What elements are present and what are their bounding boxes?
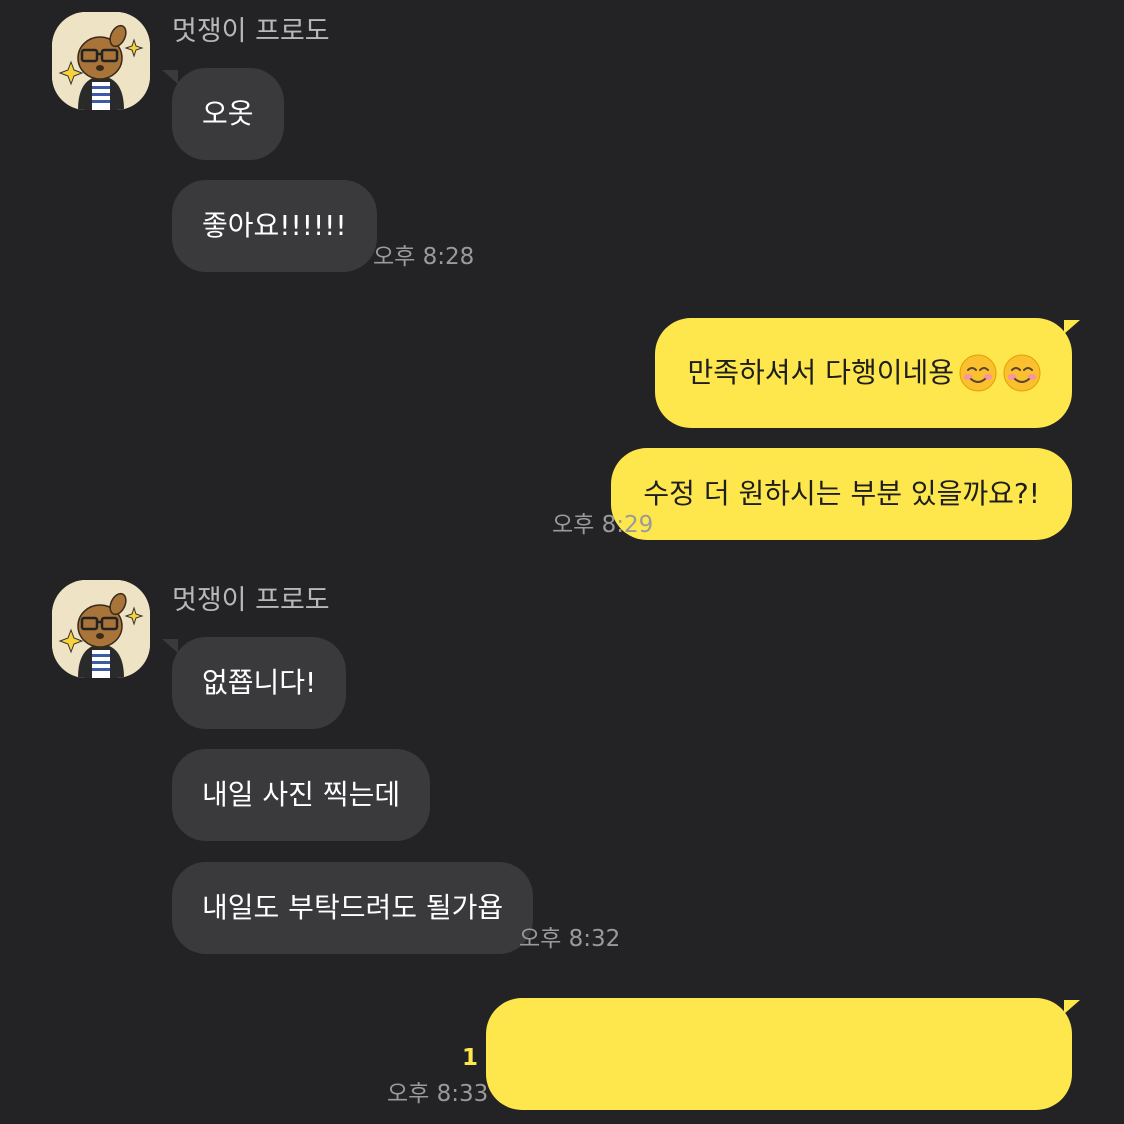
smiling-face-emoji-icon (1002, 353, 1042, 393)
message-text: 만족하셔서 다행이네용 (687, 356, 954, 389)
frodo-avatar-icon (52, 580, 150, 678)
chat-room: 멋쟁이 프로도 오옷 좋아요!!!!!! 오후 8:28 만족하셔서 다행이네용 (0, 0, 1124, 1124)
frodo-avatar-icon (52, 12, 150, 110)
profile-avatar[interactable] (52, 580, 150, 678)
message-timestamp: 오후 8:33 (387, 1081, 489, 1107)
sender-name: 멋쟁이 프로도 (172, 16, 330, 47)
incoming-message-bubble[interactable]: 오옷 (172, 68, 284, 160)
outgoing-message-bubble[interactable] (486, 998, 1072, 1110)
bubble-tail (1064, 320, 1080, 334)
bubble-tail (162, 70, 178, 84)
message-timestamp: 오후 8:28 (373, 244, 475, 270)
profile-avatar[interactable] (52, 12, 150, 110)
message-timestamp: 오후 8:32 (519, 926, 621, 952)
outgoing-message-bubble[interactable]: 수정 더 원하시는 부분 있을까요?! (611, 448, 1072, 540)
incoming-message-bubble[interactable]: 좋아요!!!!!! (172, 180, 377, 272)
sender-name: 멋쟁이 프로도 (172, 585, 330, 616)
incoming-message-bubble[interactable]: 없쬽니다! (172, 637, 347, 729)
unread-count-badge: 1 (462, 1045, 479, 1071)
bubble-tail (1064, 1000, 1080, 1014)
smiling-face-emoji-icon (958, 353, 998, 393)
outgoing-message-bubble[interactable]: 만족하셔서 다행이네용 (655, 318, 1072, 428)
message-timestamp: 오후 8:29 (552, 512, 654, 538)
incoming-message-bubble[interactable]: 내일 사진 찍는데 (172, 749, 431, 841)
bubble-tail (162, 639, 178, 653)
incoming-message-bubble[interactable]: 내일도 부탁드려도 될가욥 (172, 862, 534, 954)
